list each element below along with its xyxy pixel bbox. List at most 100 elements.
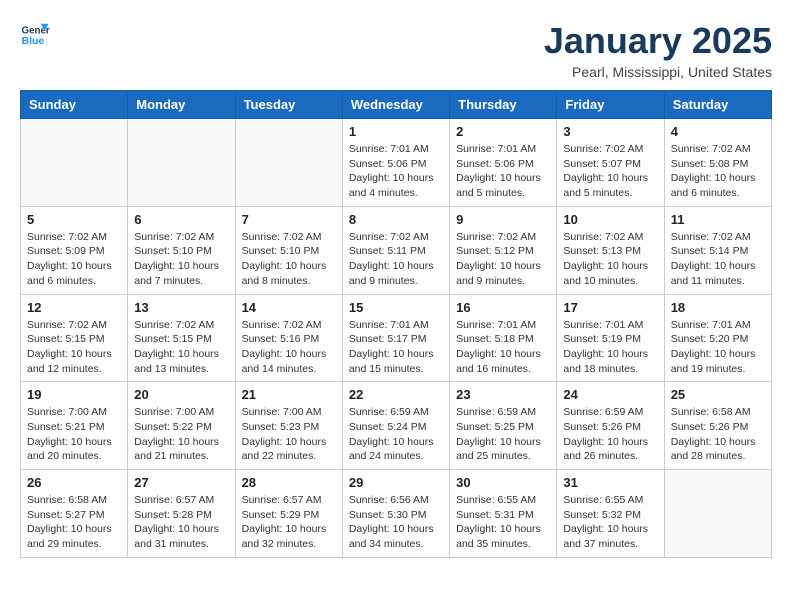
day-info: Sunrise: 7:00 AMSunset: 5:21 PMDaylight:…: [27, 405, 121, 464]
day-cell-1-1: 6 Sunrise: 7:02 AMSunset: 5:10 PMDaylight…: [128, 206, 235, 294]
day-cell-4-6: [664, 470, 771, 558]
day-number: 10: [563, 212, 657, 227]
day-cell-2-2: 14 Sunrise: 7:02 AMSunset: 5:16 PMDayligh…: [235, 294, 342, 382]
day-number: 13: [134, 300, 228, 315]
day-cell-0-6: 4 Sunrise: 7:02 AMSunset: 5:08 PMDaylight…: [664, 119, 771, 207]
day-info: Sunrise: 7:01 AMSunset: 5:20 PMDaylight:…: [671, 318, 765, 377]
day-number: 17: [563, 300, 657, 315]
day-number: 29: [349, 475, 443, 490]
day-number: 9: [456, 212, 550, 227]
header-wednesday: Wednesday: [342, 91, 449, 119]
day-number: 1: [349, 124, 443, 139]
day-info: Sunrise: 7:02 AMSunset: 5:15 PMDaylight:…: [27, 318, 121, 377]
day-info: Sunrise: 7:01 AMSunset: 5:18 PMDaylight:…: [456, 318, 550, 377]
week-row-5: 26 Sunrise: 6:58 AMSunset: 5:27 PMDayligh…: [21, 470, 772, 558]
day-info: Sunrise: 6:56 AMSunset: 5:30 PMDaylight:…: [349, 493, 443, 552]
day-cell-4-1: 27 Sunrise: 6:57 AMSunset: 5:28 PMDayligh…: [128, 470, 235, 558]
day-number: 3: [563, 124, 657, 139]
day-info: Sunrise: 6:57 AMSunset: 5:29 PMDaylight:…: [242, 493, 336, 552]
day-cell-2-6: 18Sunrise: 7:01 AMSunset: 5:20 PMDayligh…: [664, 294, 771, 382]
day-number: 6: [134, 212, 228, 227]
day-info: Sunrise: 7:02 AMSunset: 5:07 PMDaylight:…: [563, 142, 657, 201]
day-cell-1-5: 10 Sunrise: 7:02 AMSunset: 5:13 PMDayligh…: [557, 206, 664, 294]
day-cell-1-3: 8Sunrise: 7:02 AMSunset: 5:11 PMDaylight…: [342, 206, 449, 294]
day-cell-0-0: [21, 119, 128, 207]
day-number: 23: [456, 387, 550, 402]
day-number: 8: [349, 212, 443, 227]
day-info: Sunrise: 7:00 AMSunset: 5:22 PMDaylight:…: [134, 405, 228, 464]
day-number: 4: [671, 124, 765, 139]
day-info: Sunrise: 7:02 AMSunset: 5:12 PMDaylight:…: [456, 230, 550, 289]
day-cell-0-1: [128, 119, 235, 207]
header-sunday: Sunday: [21, 91, 128, 119]
day-info: Sunrise: 7:01 AMSunset: 5:06 PMDaylight:…: [456, 142, 550, 201]
day-number: 15: [349, 300, 443, 315]
day-info: Sunrise: 7:02 AMSunset: 5:15 PMDaylight:…: [134, 318, 228, 377]
day-info: Sunrise: 6:58 AMSunset: 5:26 PMDaylight:…: [671, 405, 765, 464]
day-number: 7: [242, 212, 336, 227]
day-number: 24: [563, 387, 657, 402]
header-thursday: Thursday: [450, 91, 557, 119]
day-cell-3-1: 20 Sunrise: 7:00 AMSunset: 5:22 PMDayligh…: [128, 382, 235, 470]
day-info: Sunrise: 6:58 AMSunset: 5:27 PMDaylight:…: [27, 493, 121, 552]
day-number: 22: [349, 387, 443, 402]
day-cell-4-3: 29 Sunrise: 6:56 AMSunset: 5:30 PMDayligh…: [342, 470, 449, 558]
day-cell-1-4: 9 Sunrise: 7:02 AMSunset: 5:12 PMDaylight…: [450, 206, 557, 294]
day-number: 31: [563, 475, 657, 490]
day-info: Sunrise: 6:59 AMSunset: 5:26 PMDaylight:…: [563, 405, 657, 464]
week-row-3: 12 Sunrise: 7:02 AMSunset: 5:15 PMDayligh…: [21, 294, 772, 382]
day-number: 11: [671, 212, 765, 227]
day-cell-2-3: 15Sunrise: 7:01 AMSunset: 5:17 PMDayligh…: [342, 294, 449, 382]
day-info: Sunrise: 7:02 AMSunset: 5:10 PMDaylight:…: [242, 230, 336, 289]
day-number: 2: [456, 124, 550, 139]
day-cell-4-5: 31 Sunrise: 6:55 AMSunset: 5:32 PMDayligh…: [557, 470, 664, 558]
day-info: Sunrise: 7:01 AMSunset: 5:19 PMDaylight:…: [563, 318, 657, 377]
day-number: 14: [242, 300, 336, 315]
logo-icon: General Blue: [20, 20, 50, 50]
day-info: Sunrise: 7:02 AMSunset: 5:08 PMDaylight:…: [671, 142, 765, 201]
day-info: Sunrise: 7:02 AMSunset: 5:09 PMDaylight:…: [27, 230, 121, 289]
calendar-title: January 2025: [544, 20, 772, 62]
day-info: Sunrise: 7:00 AMSunset: 5:23 PMDaylight:…: [242, 405, 336, 464]
header-monday: Monday: [128, 91, 235, 119]
day-info: Sunrise: 7:02 AMSunset: 5:16 PMDaylight:…: [242, 318, 336, 377]
svg-text:Blue: Blue: [22, 35, 45, 47]
day-cell-0-3: 1 Sunrise: 7:01 AMSunset: 5:06 PMDaylight…: [342, 119, 449, 207]
day-number: 26: [27, 475, 121, 490]
day-cell-3-4: 23 Sunrise: 6:59 AMSunset: 5:25 PMDayligh…: [450, 382, 557, 470]
day-cell-2-4: 16 Sunrise: 7:01 AMSunset: 5:18 PMDayligh…: [450, 294, 557, 382]
day-number: 30: [456, 475, 550, 490]
day-number: 27: [134, 475, 228, 490]
day-cell-3-0: 19 Sunrise: 7:00 AMSunset: 5:21 PMDayligh…: [21, 382, 128, 470]
week-row-1: 1 Sunrise: 7:01 AMSunset: 5:06 PMDaylight…: [21, 119, 772, 207]
day-info: Sunrise: 7:01 AMSunset: 5:06 PMDaylight:…: [349, 142, 443, 201]
day-number: 12: [27, 300, 121, 315]
day-cell-2-5: 17 Sunrise: 7:01 AMSunset: 5:19 PMDayligh…: [557, 294, 664, 382]
day-number: 5: [27, 212, 121, 227]
day-number: 19: [27, 387, 121, 402]
day-cell-3-2: 21Sunrise: 7:00 AMSunset: 5:23 PMDayligh…: [235, 382, 342, 470]
day-cell-1-0: 5 Sunrise: 7:02 AMSunset: 5:09 PMDaylight…: [21, 206, 128, 294]
day-info: Sunrise: 7:02 AMSunset: 5:13 PMDaylight:…: [563, 230, 657, 289]
title-section: January 2025 Pearl, Mississippi, United …: [544, 20, 772, 80]
day-number: 20: [134, 387, 228, 402]
week-row-2: 5 Sunrise: 7:02 AMSunset: 5:09 PMDaylight…: [21, 206, 772, 294]
day-info: Sunrise: 6:59 AMSunset: 5:25 PMDaylight:…: [456, 405, 550, 464]
day-cell-0-5: 3 Sunrise: 7:02 AMSunset: 5:07 PMDaylight…: [557, 119, 664, 207]
header-tuesday: Tuesday: [235, 91, 342, 119]
day-cell-0-2: [235, 119, 342, 207]
day-number: 28: [242, 475, 336, 490]
day-info: Sunrise: 6:57 AMSunset: 5:28 PMDaylight:…: [134, 493, 228, 552]
day-cell-4-0: 26 Sunrise: 6:58 AMSunset: 5:27 PMDayligh…: [21, 470, 128, 558]
day-info: Sunrise: 7:02 AMSunset: 5:10 PMDaylight:…: [134, 230, 228, 289]
day-cell-3-3: 22Sunrise: 6:59 AMSunset: 5:24 PMDayligh…: [342, 382, 449, 470]
day-number: 16: [456, 300, 550, 315]
day-number: 25: [671, 387, 765, 402]
calendar-table: Sunday Monday Tuesday Wednesday Thursday…: [20, 90, 772, 558]
day-cell-3-5: 24 Sunrise: 6:59 AMSunset: 5:26 PMDayligh…: [557, 382, 664, 470]
day-cell-1-2: 7 Sunrise: 7:02 AMSunset: 5:10 PMDaylight…: [235, 206, 342, 294]
day-info: Sunrise: 6:55 AMSunset: 5:32 PMDaylight:…: [563, 493, 657, 552]
day-info: Sunrise: 7:02 AMSunset: 5:14 PMDaylight:…: [671, 230, 765, 289]
day-info: Sunrise: 6:55 AMSunset: 5:31 PMDaylight:…: [456, 493, 550, 552]
header-saturday: Saturday: [664, 91, 771, 119]
